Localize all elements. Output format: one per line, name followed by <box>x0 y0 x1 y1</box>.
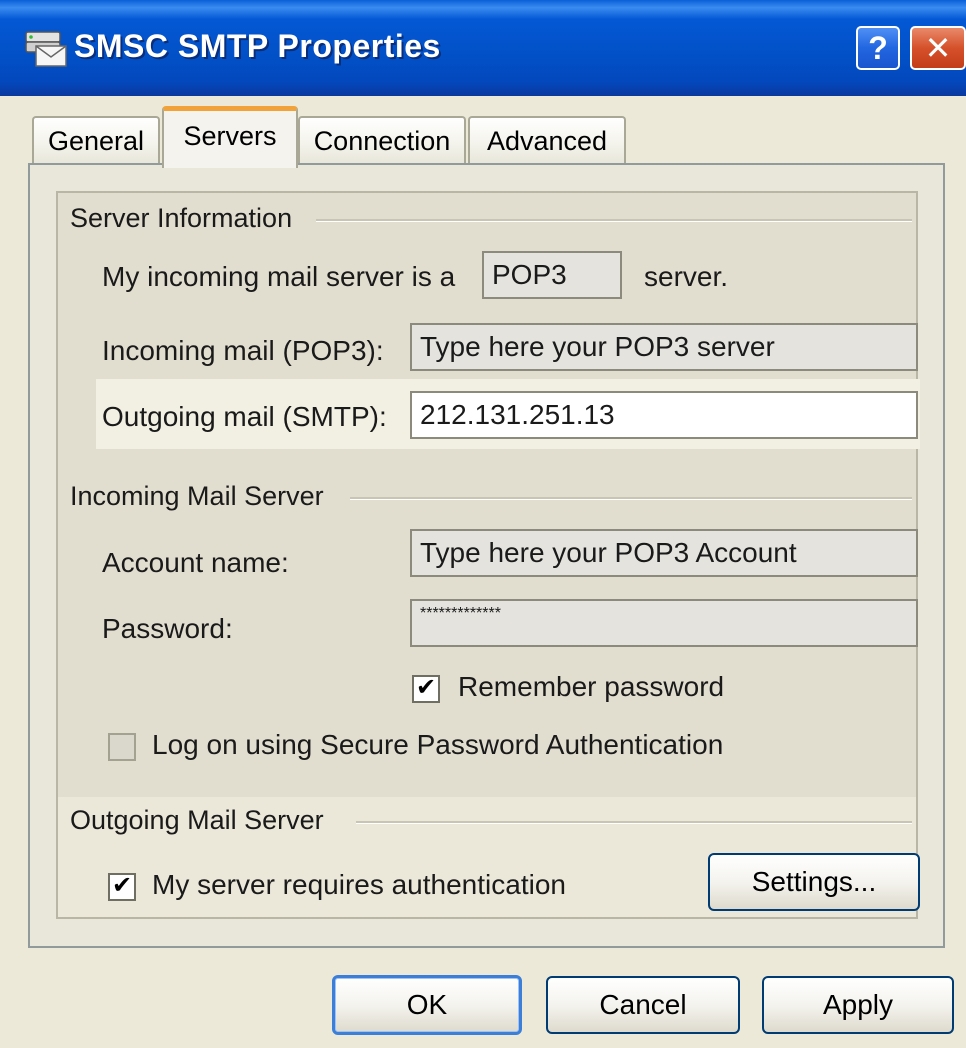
outgoing-mail-server-group-label: Outgoing Mail Server <box>70 805 324 835</box>
tab-connection[interactable]: Connection <box>298 116 466 164</box>
account-name-label: Account name: <box>102 547 289 578</box>
window-title: SMSC SMTP Properties <box>74 28 441 64</box>
mail-server-icon <box>25 31 67 67</box>
tab-servers[interactable]: Servers <box>162 106 298 168</box>
group-divider <box>316 219 912 222</box>
incoming-type-prefix: My incoming mail server is a <box>102 261 456 292</box>
group-divider <box>350 497 912 500</box>
properties-dialog: SMSC SMTP Properties ? ✕ General Servers… <box>0 0 966 1048</box>
password-label: Password: <box>102 613 233 644</box>
content-frame: Server Information My incoming mail serv… <box>56 191 920 919</box>
remember-password-label: Remember password <box>458 671 725 702</box>
help-icon[interactable]: ? <box>856 26 900 70</box>
remember-password-checkbox[interactable]: ✔ <box>412 675 440 703</box>
outgoing-mail-field[interactable]: 212.131.251.13 <box>410 391 918 439</box>
incoming-type-suffix: server. <box>644 261 729 292</box>
incoming-mail-server-group-label: Incoming Mail Server <box>70 481 324 511</box>
requires-auth-checkbox[interactable]: ✔ <box>108 873 136 901</box>
spa-label: Log on using Secure Password Authenticat… <box>152 729 724 760</box>
tab-advanced[interactable]: Advanced <box>468 116 626 164</box>
incoming-mail-field[interactable]: Type here your POP3 server <box>410 323 918 371</box>
servers-tab-page: Server Information My incoming mail serv… <box>28 163 945 948</box>
requires-auth-label: My server requires authentication <box>152 869 566 900</box>
apply-button[interactable]: Apply <box>762 976 954 1034</box>
account-name-field[interactable]: Type here your POP3 Account <box>410 529 918 577</box>
group-divider <box>356 821 912 824</box>
ok-button[interactable]: OK <box>332 975 522 1035</box>
incoming-mail-label: Incoming mail (POP3): <box>102 335 384 366</box>
password-field[interactable]: ************* <box>410 599 918 647</box>
server-information-group-label: Server Information <box>70 203 293 233</box>
cancel-button[interactable]: Cancel <box>546 976 740 1034</box>
tab-general[interactable]: General <box>32 116 160 164</box>
outgoing-mail-label: Outgoing mail (SMTP): <box>102 401 387 432</box>
settings-button[interactable]: Settings... <box>708 853 920 911</box>
incoming-server-type-field: POP3 <box>482 251 622 299</box>
close-icon[interactable]: ✕ <box>910 26 966 70</box>
title-bar[interactable]: SMSC SMTP Properties ? ✕ <box>0 0 966 96</box>
spa-checkbox[interactable] <box>108 733 136 761</box>
